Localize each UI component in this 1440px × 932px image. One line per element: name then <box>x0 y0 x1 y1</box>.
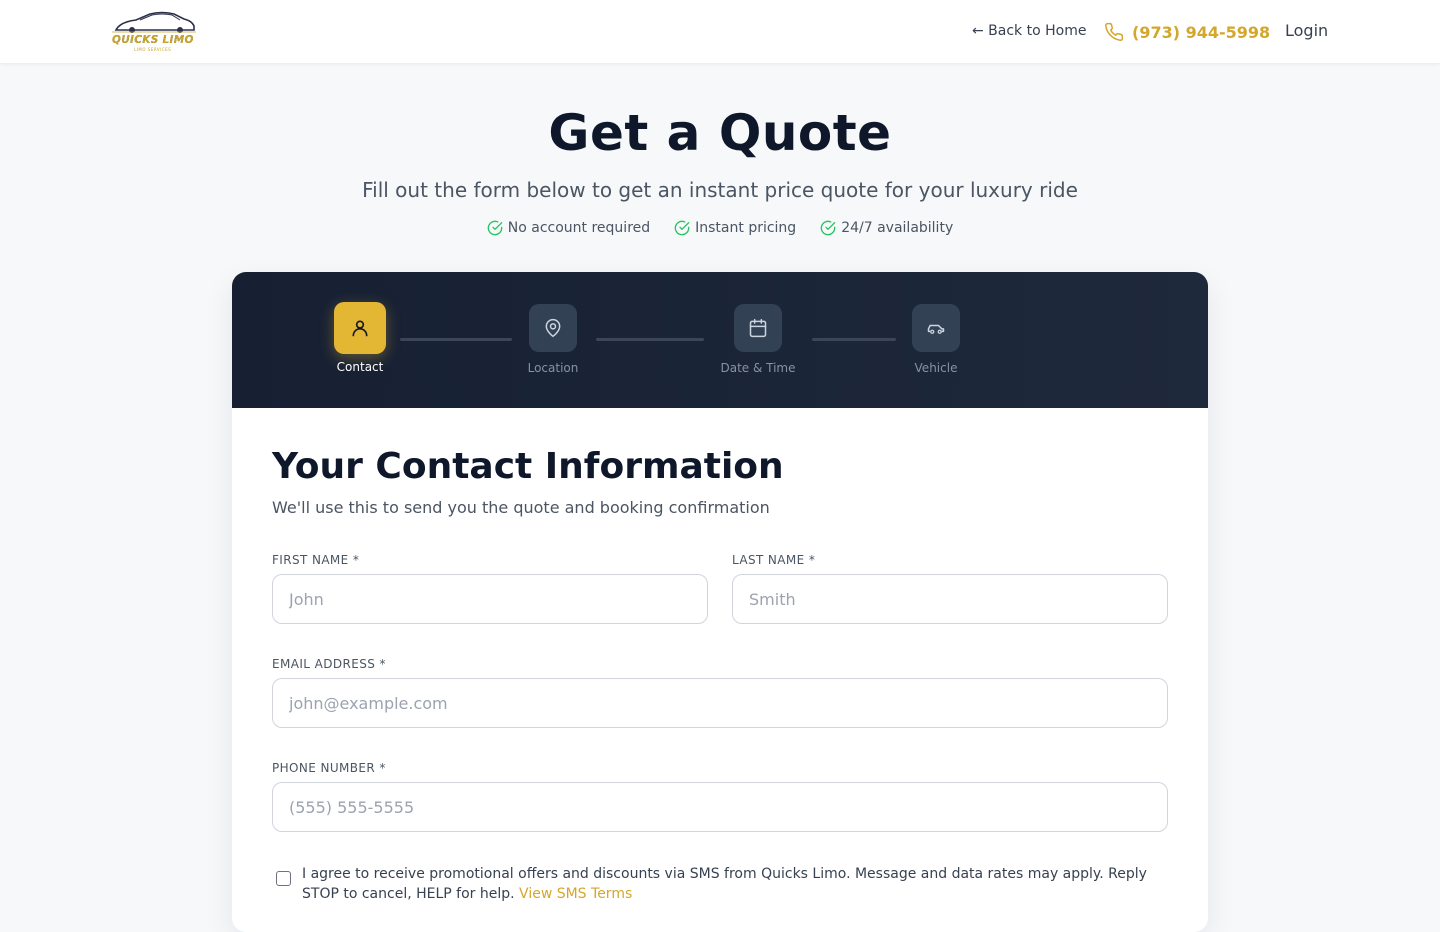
step-connector <box>812 338 896 341</box>
quote-form-card: Contact Location Date & Time Vehicle You… <box>232 272 1208 932</box>
first-name-label: FIRST NAME * <box>272 553 360 567</box>
step-label: Vehicle <box>914 361 958 375</box>
step-label: Contact <box>336 360 384 374</box>
step-date-time[interactable]: Date & Time <box>708 304 808 375</box>
logo-wordmark: QUICKS LIMO <box>112 34 194 46</box>
check-circle-icon <box>487 220 503 236</box>
phone-number: (973) 944-5998 <box>1132 22 1271 42</box>
calendar-icon <box>749 318 767 338</box>
feature-availability: 24/7 availability <box>820 220 953 236</box>
step-location[interactable]: Location <box>503 304 603 375</box>
form-title: Your Contact Information <box>272 446 784 487</box>
phone-icon <box>1105 22 1124 41</box>
top-navbar: QUICKS LIMO LIMO SERVICES ← Back to Home… <box>0 0 1440 64</box>
sms-consent-checkbox[interactable] <box>276 871 291 886</box>
feature-label: Instant pricing <box>695 220 797 236</box>
sms-consent-label: I agree to receive promotional offers an… <box>302 866 1147 902</box>
page-subtitle: Fill out the form below to get an instan… <box>362 178 1078 202</box>
page-title: Get a Quote <box>548 104 892 162</box>
first-name-input[interactable] <box>272 574 708 624</box>
check-circle-icon <box>674 220 690 236</box>
sms-consent: I agree to receive promotional offers an… <box>276 864 1176 904</box>
phone-input[interactable] <box>272 782 1168 832</box>
step-label: Date & Time <box>720 361 796 375</box>
step-vehicle[interactable]: Vehicle <box>886 304 986 375</box>
sms-consent-text: I agree to receive promotional offers an… <box>302 864 1176 904</box>
user-icon <box>352 320 368 337</box>
progress-stepper: Contact Location Date & Time Vehicle <box>232 272 1208 408</box>
feature-badges: No account required Instant pricing 24/7… <box>0 220 1440 236</box>
back-to-home-link[interactable]: ← Back to Home <box>972 23 1086 39</box>
step-connector <box>596 338 704 341</box>
last-name-label: LAST NAME * <box>732 553 816 567</box>
feature-instant-pricing: Instant pricing <box>674 220 796 236</box>
car-icon <box>927 324 945 334</box>
check-circle-icon <box>820 220 836 236</box>
logo-tagline: LIMO SERVICES <box>134 47 172 52</box>
step-connector <box>400 338 512 341</box>
email-input[interactable] <box>272 678 1168 728</box>
quicks-limo-logo[interactable]: QUICKS LIMO LIMO SERVICES <box>110 10 198 54</box>
feature-label: 24/7 availability <box>841 220 954 236</box>
phone-link[interactable]: (973) 944-5998 <box>1104 20 1270 44</box>
step-label: Location <box>527 361 579 375</box>
feature-no-account: No account required <box>487 220 650 236</box>
feature-label: No account required <box>507 220 651 236</box>
phone-label: PHONE NUMBER * <box>272 761 386 775</box>
form-subtitle: We'll use this to send you the quote and… <box>272 498 770 517</box>
last-name-input[interactable] <box>732 574 1168 624</box>
step-contact[interactable]: Contact <box>310 302 410 374</box>
email-label: EMAIL ADDRESS * <box>272 657 386 671</box>
login-link[interactable]: Login <box>1285 21 1328 40</box>
map-pin-icon <box>545 318 561 338</box>
